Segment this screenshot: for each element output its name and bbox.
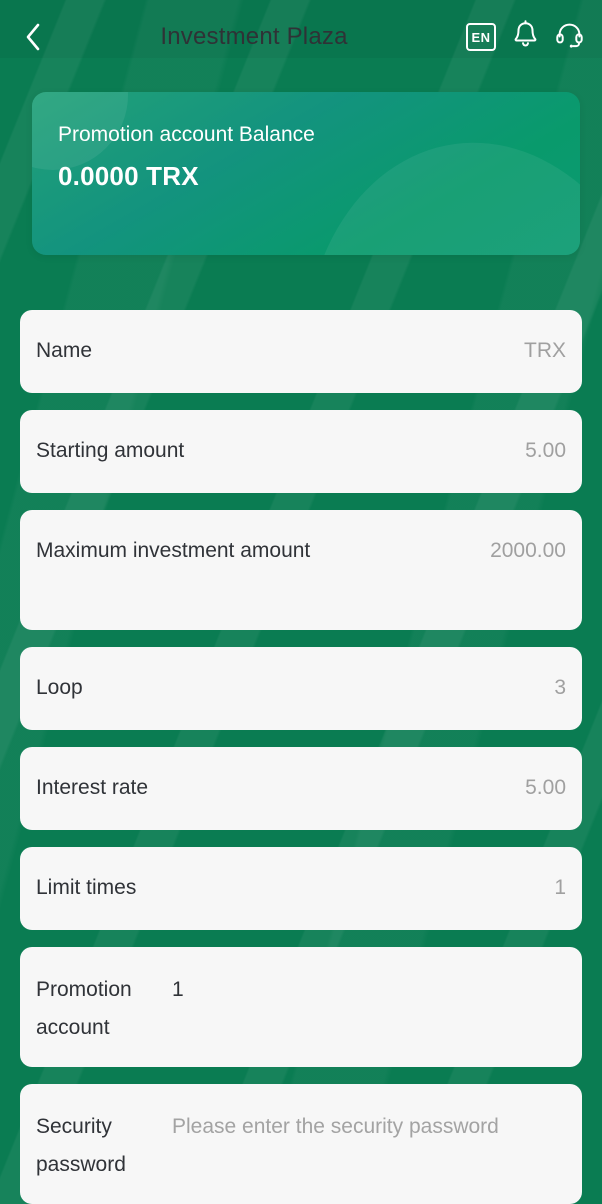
row-label: Loop bbox=[36, 676, 83, 700]
balance-label: Promotion account Balance bbox=[58, 123, 315, 146]
promotion-account-input[interactable]: 1 bbox=[172, 971, 566, 1009]
security-password-input[interactable]: Please enter the security password bbox=[172, 1108, 566, 1146]
page-title: Investment Plaza bbox=[160, 23, 348, 50]
row-value: 5.00 bbox=[525, 439, 566, 463]
header-actions: EN bbox=[466, 20, 584, 54]
row-value: 3 bbox=[554, 676, 566, 700]
table-row[interactable]: Starting amount 5.00 bbox=[20, 410, 582, 493]
customer-support-button[interactable] bbox=[555, 20, 584, 54]
row-label: Name bbox=[36, 339, 93, 363]
investment-details-list: Name TRX Starting amount 5.00 Maximum in… bbox=[0, 310, 602, 1204]
chevron-left-icon bbox=[24, 22, 42, 52]
notifications-button[interactable] bbox=[512, 20, 539, 54]
table-row[interactable]: Loop 3 bbox=[20, 647, 582, 730]
bell-icon bbox=[512, 20, 539, 54]
table-row[interactable]: Limit times 1 bbox=[20, 847, 582, 930]
row-label: Starting amount bbox=[36, 439, 185, 463]
table-row[interactable]: Maximum investment amount 2000.00 bbox=[20, 510, 582, 630]
security-password-label: Security password bbox=[36, 1115, 126, 1177]
row-label: Interest rate bbox=[36, 776, 149, 800]
headset-icon bbox=[555, 20, 584, 54]
row-value: 5.00 bbox=[525, 776, 566, 800]
app-screen: Investment Plaza EN Promotion account Ba… bbox=[0, 0, 602, 1204]
promotion-account-row[interactable]: Promotion account 1 bbox=[20, 947, 582, 1067]
language-switch-button[interactable]: EN bbox=[466, 23, 496, 51]
promotion-balance-card: Promotion account Balance 0.0000 TRX bbox=[32, 92, 580, 255]
row-label: Limit times bbox=[36, 876, 137, 900]
table-row[interactable]: Interest rate 5.00 bbox=[20, 747, 582, 830]
row-value: 1 bbox=[554, 876, 566, 900]
row-label: Maximum investment amount bbox=[36, 539, 311, 562]
app-header: Investment Plaza EN bbox=[0, 0, 602, 74]
security-password-row[interactable]: Security password Please enter the secur… bbox=[20, 1084, 582, 1204]
balance-amount: 0.0000 TRX bbox=[58, 161, 199, 192]
promotion-account-label: Promotion account bbox=[36, 978, 132, 1040]
table-row[interactable]: Name TRX bbox=[20, 310, 582, 393]
row-value: 2000.00 bbox=[490, 539, 566, 562]
row-value: TRX bbox=[524, 339, 566, 363]
language-label: EN bbox=[466, 23, 496, 51]
